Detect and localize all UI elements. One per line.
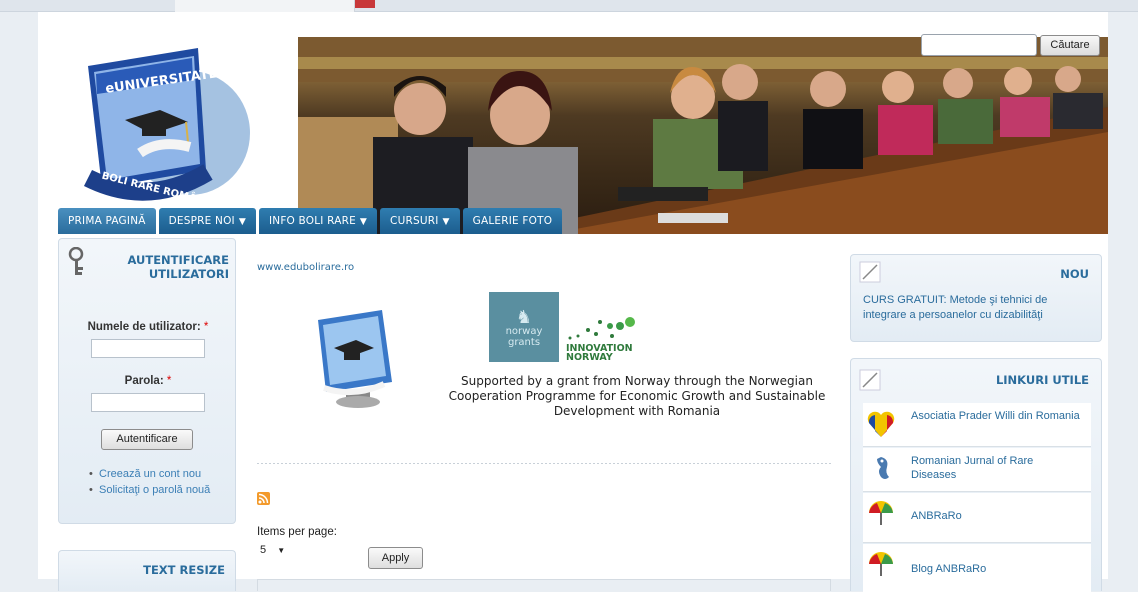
text-resize-title: TEXT RESIZE [143, 563, 225, 577]
nav-label: CURSURI [390, 215, 439, 227]
login-title: AUTENTIFICARE UTILIZATORI [127, 253, 229, 281]
norway-grants-word: grants [507, 337, 541, 348]
pen-icon [859, 261, 881, 283]
apply-button[interactable]: Apply [368, 547, 423, 569]
sponsor-text: Supported by a grant from Norway through… [448, 374, 826, 418]
nav-despre-noi[interactable]: DESPRE NOI ▼ [158, 208, 256, 234]
chevron-down-icon: ▼ [359, 217, 368, 227]
nav-label: PRIMA PAGINĂ [68, 215, 146, 227]
login-button[interactable]: Autentificare [101, 429, 193, 450]
dropdown-arrow-icon: ▼ [277, 546, 286, 555]
text-resize-box: TEXT RESIZE [58, 550, 236, 591]
lion-icon: ♞ [515, 307, 533, 327]
header-photo [298, 37, 1108, 234]
username-label: Numele de utilizator: * [59, 321, 237, 333]
password-field[interactable] [91, 393, 205, 412]
content-box [257, 579, 831, 591]
main-nav: PRIMA PAGINĂ DESPRE NOI ▼ INFO BOLI RARE ▼… [58, 208, 563, 234]
sponsor-area: ♞ norway grants INNOVATION NORWAY Suppor… [274, 292, 834, 442]
login-links: Creează un cont nou Solicitaţi o parolă … [89, 467, 229, 499]
page: eUNIVERSITATE BOLI RARE ROMÂNIA Căutare … [38, 12, 1108, 592]
nou-box: NOU CURS GRATUIT: Metode şi tehnici de i… [850, 254, 1102, 342]
rss-icon[interactable] [257, 492, 270, 505]
norway-grants-word: norway [505, 326, 543, 337]
request-password-link[interactable]: Solicitaţi o parolă nouă [89, 483, 229, 497]
link-label: ANBRaRo [911, 510, 962, 522]
required-mark: * [203, 321, 209, 333]
link-label: Blog ANBRaRo [911, 563, 987, 575]
nav-info-boli-rare[interactable]: INFO BOLI RARE ▼ [258, 208, 378, 234]
username-field[interactable] [91, 339, 205, 358]
nou-course-link[interactable]: CURS GRATUIT: Metode şi tehnici de integ… [863, 293, 1093, 323]
browser-tab[interactable] [175, 0, 355, 12]
seahorse-icon [877, 457, 889, 479]
username-label-text: Numele de utilizator: [87, 321, 201, 333]
link-label: Romanian Jurnal of Rare Diseases [911, 455, 1034, 481]
norway-word: NORWAY [566, 352, 613, 363]
pen-icon [859, 369, 881, 391]
nav-label: GALERIE FOTO [472, 215, 553, 227]
site-link[interactable]: www.edubolirare.ro [257, 262, 354, 273]
list-item[interactable]: Blog ANBRaRo [863, 544, 1091, 592]
heart-flag-icon [867, 411, 895, 437]
header: eUNIVERSITATE BOLI RARE ROMÂNIA Căutare … [38, 12, 1108, 234]
nav-label: DESPRE NOI [168, 215, 235, 227]
useful-links-title: LINKURI UTILE [995, 373, 1089, 387]
items-per-page-label: Items per page: [257, 526, 337, 538]
browser-indicator [355, 0, 375, 8]
chevron-down-icon: ▼ [442, 217, 450, 227]
umbrella-icon [869, 552, 893, 576]
chevron-down-icon: ▼ [238, 217, 246, 227]
useful-links-box: LINKURI UTILE Asociatia Prader Willi din… [850, 358, 1102, 592]
key-icon [68, 247, 84, 275]
divider [257, 463, 831, 464]
password-label: Parola: * [59, 375, 237, 387]
nav-cursuri[interactable]: CURSURI ▼ [380, 208, 460, 234]
list-item[interactable]: ANBRaRo [863, 493, 1091, 543]
nav-label: INFO BOLI RARE [268, 215, 356, 227]
computer-graduation-icon [318, 310, 392, 408]
nav-galerie-foto[interactable]: GALERIE FOTO [462, 208, 563, 234]
nou-title: NOU [1060, 267, 1089, 281]
list-item[interactable]: Romanian Jurnal of Rare Diseases [863, 448, 1091, 492]
login-box: AUTENTIFICARE UTILIZATORI Numele de util… [58, 238, 236, 524]
list-item[interactable]: Asociatia Prader Willi din Romania [863, 403, 1091, 447]
innovation-norway-text: INNOVATION NORWAY [566, 344, 633, 363]
search-input[interactable] [921, 34, 1037, 56]
link-label: Asociatia Prader Willi din Romania [911, 410, 1080, 422]
nav-prima-pagina[interactable]: PRIMA PAGINĂ [58, 208, 156, 234]
items-per-page-value: 5 [260, 544, 267, 556]
browser-top-strip [0, 0, 1138, 12]
create-account-link[interactable]: Creează un cont nou [89, 467, 229, 481]
norway-grants-logo: ♞ norway grants [489, 292, 559, 362]
password-label-text: Parola: [124, 375, 164, 387]
euniversitate-logo[interactable]: eUNIVERSITATE BOLI RARE ROMÂNIA [80, 38, 252, 208]
required-mark: * [166, 375, 172, 387]
search-button[interactable]: Căutare [1040, 35, 1100, 56]
items-per-page-select[interactable]: 5 ▼ [257, 542, 295, 558]
umbrella-icon [869, 501, 893, 525]
